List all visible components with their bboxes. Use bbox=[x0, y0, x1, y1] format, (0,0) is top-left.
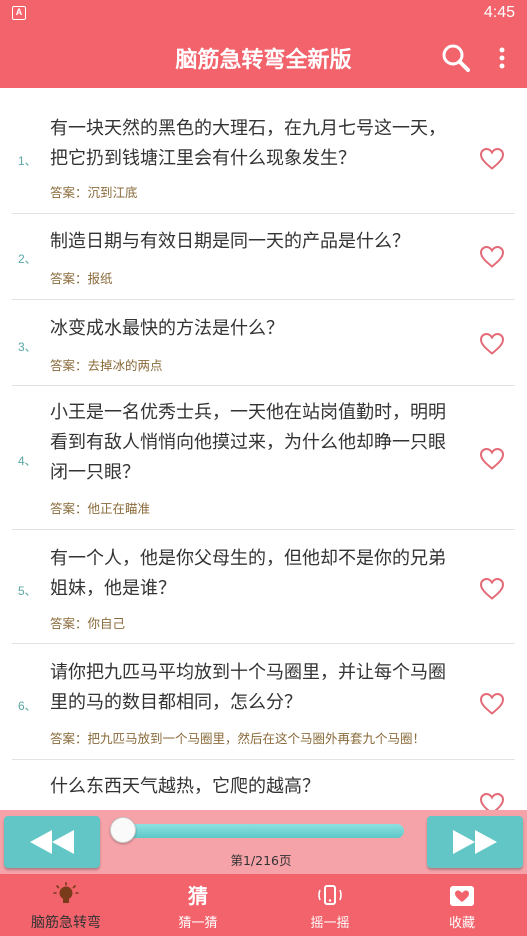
list-item[interactable]: 3、 冰变成水最快的方法是什么？ 答案：去掉冰的两点 bbox=[12, 300, 515, 386]
answer-label: 答案： bbox=[50, 731, 88, 746]
search-icon bbox=[442, 44, 470, 72]
item-answer: 答案：沉到江底 bbox=[50, 182, 138, 201]
riddle-list[interactable]: 1、 有一块天然的黑色的大理石，在九月七号这一天，把它扔到钱塘江里会有什么现象发… bbox=[0, 88, 527, 810]
favorite-button[interactable] bbox=[479, 447, 505, 471]
list-item[interactable]: 1、 有一块天然的黑色的大理石，在九月七号这一天，把它扔到钱塘江里会有什么现象发… bbox=[12, 90, 515, 214]
app-bar: 脑筋急转弯全新版 bbox=[0, 28, 527, 88]
item-number: 4、 bbox=[18, 454, 37, 468]
fast-forward-icon bbox=[453, 830, 497, 854]
answer-label: 答案： bbox=[50, 185, 88, 200]
tab-label: 猜一猜 bbox=[178, 916, 218, 931]
bottom-tab-bar: 脑筋急转弯 猜 猜一猜 摇一摇 收藏 bbox=[0, 874, 527, 936]
list-item[interactable]: 5、 有一个人，他是你父母生的，但他却不是你的兄弟姐妹，他是谁？ 答案：你自己 bbox=[12, 530, 515, 644]
answer-label: 答案： bbox=[50, 616, 88, 631]
favorite-button[interactable] bbox=[479, 577, 505, 601]
item-answer: 答案：把九匹马放到一个马圈里，然后在这个马圈外再套九个马圈！ bbox=[50, 728, 425, 747]
tab-shake[interactable]: 摇一摇 bbox=[264, 874, 396, 936]
item-question: 有一个人，他是你父母生的，但他却不是你的兄弟姐妹，他是谁？ bbox=[50, 548, 446, 599]
item-question: 制造日期与有效日期是同一天的产品是什么？ bbox=[50, 231, 410, 252]
rewind-icon bbox=[30, 830, 74, 854]
page-slider-track[interactable] bbox=[118, 824, 404, 838]
heart-icon bbox=[479, 245, 505, 268]
favorite-icon bbox=[450, 886, 474, 906]
lightbulb-icon bbox=[53, 882, 79, 903]
heart-icon bbox=[479, 577, 505, 600]
list-item[interactable]: 6、 请你把九匹马平均放到十个马圈里，并让每个马圈里的马的数目都相同，怎么分？ … bbox=[12, 644, 515, 760]
svg-text:猜: 猜 bbox=[187, 884, 208, 908]
notification-app-icon: A bbox=[12, 6, 26, 20]
tab-label: 脑筋急转弯 bbox=[31, 915, 101, 931]
item-question: 请你把九匹马平均放到十个马圈里，并让每个马圈里的马的数目都相同，怎么分？ bbox=[50, 662, 446, 713]
answer-label: 答案： bbox=[50, 271, 88, 286]
heart-icon bbox=[479, 792, 505, 810]
answer-label: 答案： bbox=[50, 501, 88, 516]
favorite-button[interactable] bbox=[479, 332, 505, 356]
answer-label: 答案： bbox=[50, 358, 88, 373]
shake-icon bbox=[318, 885, 342, 905]
search-button[interactable] bbox=[440, 42, 472, 74]
tab-riddles[interactable]: 脑筋急转弯 bbox=[0, 874, 132, 936]
heart-icon bbox=[479, 147, 505, 170]
item-answer: 答案：报纸 bbox=[50, 268, 113, 287]
favorite-button[interactable] bbox=[479, 792, 505, 810]
page-indicator: 第1/216页 bbox=[230, 853, 292, 868]
item-question: 有一块天然的黑色的大理石，在九月七号这一天，把它扔到钱塘江里会有什么现象发生？ bbox=[50, 118, 446, 169]
list-item[interactable]: 4、 小王是一名优秀士兵，一天他在站岗值勤时，明明看到有敌人悄悄向他摸过来，为什… bbox=[12, 386, 515, 530]
item-answer: 答案：你自己 bbox=[50, 613, 125, 632]
item-question: 什么东西天气越热，它爬的越高？ bbox=[50, 776, 320, 797]
tab-label: 收藏 bbox=[448, 916, 475, 931]
item-number: 5、 bbox=[18, 584, 37, 598]
page-slider-thumb[interactable] bbox=[110, 817, 136, 843]
more-options-button[interactable] bbox=[490, 42, 514, 74]
item-number: 3、 bbox=[18, 340, 37, 354]
item-question: 小王是一名优秀士兵，一天他在站岗值勤时，明明看到有敌人悄悄向他摸过来，为什么他却… bbox=[50, 402, 446, 483]
item-answer: 答案：去掉冰的两点 bbox=[50, 355, 163, 374]
answer-text: 他正在瞄准 bbox=[87, 501, 151, 516]
page-controller: 第1/216页 bbox=[0, 810, 527, 874]
item-question: 冰变成水最快的方法是什么？ bbox=[50, 318, 284, 339]
answer-text: 把九匹马放到一个马圈里，然后在这个马圈外再套九个马圈！ bbox=[87, 731, 426, 746]
previous-page-button[interactable] bbox=[4, 816, 100, 868]
guess-icon: 猜 bbox=[187, 884, 208, 908]
status-bar: A 4:45 bbox=[0, 0, 527, 28]
item-number: 6、 bbox=[18, 699, 37, 713]
favorite-button[interactable] bbox=[479, 692, 505, 716]
next-page-button[interactable] bbox=[427, 816, 523, 868]
more-vert-icon bbox=[499, 47, 505, 69]
tab-guess[interactable]: 猜 猜一猜 bbox=[132, 874, 264, 936]
heart-icon bbox=[479, 447, 505, 470]
heart-icon bbox=[479, 692, 505, 715]
status-time: 4:45 bbox=[483, 4, 515, 21]
answer-text: 沉到江底 bbox=[87, 185, 138, 200]
answer-text: 报纸 bbox=[87, 271, 113, 286]
item-number: 1、 bbox=[18, 154, 37, 168]
favorite-button[interactable] bbox=[479, 245, 505, 269]
item-answer: 答案：他正在瞄准 bbox=[50, 498, 150, 517]
list-item[interactable]: 2、 制造日期与有效日期是同一天的产品是什么？ 答案：报纸 bbox=[12, 214, 515, 300]
answer-text: 去掉冰的两点 bbox=[87, 358, 163, 373]
list-item[interactable]: 什么东西天气越热，它爬的越高？ bbox=[12, 760, 515, 810]
answer-text: 你自己 bbox=[87, 616, 126, 631]
tab-favorites[interactable]: 收藏 bbox=[396, 874, 527, 936]
favorite-button[interactable] bbox=[479, 147, 505, 171]
item-number: 2、 bbox=[18, 252, 37, 266]
tab-label: 摇一摇 bbox=[310, 916, 350, 931]
heart-icon bbox=[479, 332, 505, 355]
